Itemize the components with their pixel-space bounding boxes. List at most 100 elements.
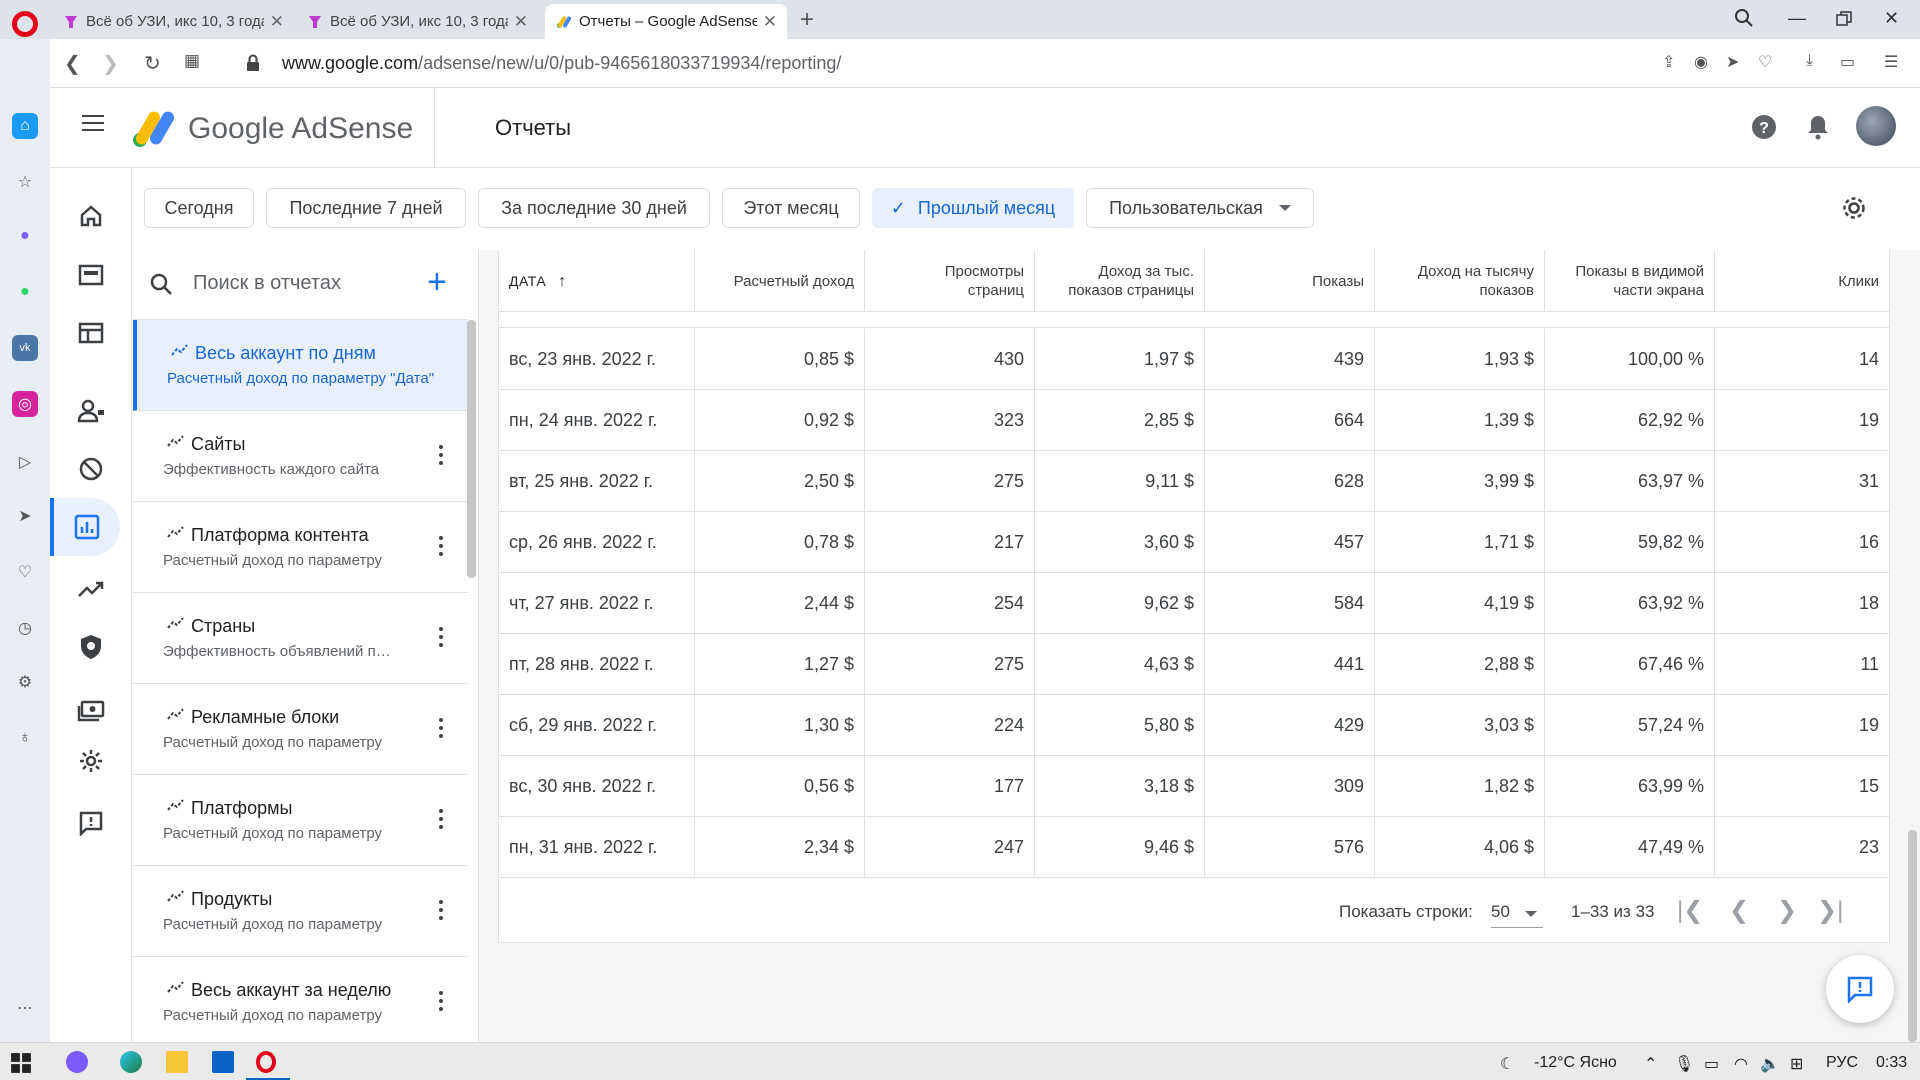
table-row[interactable]: вс, 30 янв. 2022 г. 0,56 $177 3,18 $309 1,8… — [499, 756, 1889, 817]
tab-close-icon[interactable]: ✕ — [270, 12, 284, 32]
filter-last-month[interactable]: ✓ Прошлый месяц — [872, 188, 1074, 228]
column-header-page-rpm[interactable]: Доход за тыс. показов страницы — [1035, 250, 1205, 312]
reports-panel-scrollbar[interactable] — [467, 320, 476, 578]
column-header-date[interactable]: ДАТА ↑ — [499, 250, 695, 312]
browser-tab-3[interactable]: Отчеты – Google AdSense ✕ — [545, 4, 787, 39]
report-item-account-by-day[interactable]: Весь аккаунт по дням Расчетный доход по … — [133, 320, 468, 411]
more-vert-icon[interactable] — [439, 445, 443, 465]
nav-optimization[interactable] — [50, 560, 132, 618]
instagram-icon[interactable]: ◎ — [12, 391, 38, 417]
ime-icon[interactable]: ⊞ — [1790, 1054, 1803, 1074]
weather-text[interactable]: -12°C Ясно — [1534, 1054, 1617, 1072]
opera-send-icon[interactable]: ➤ — [12, 503, 38, 529]
report-item-ad-units[interactable]: Рекламные блоки Расчетный доход по парам… — [133, 684, 468, 775]
battery-icon[interactable]: ▭ — [1704, 1054, 1719, 1074]
language-indicator[interactable]: РУС — [1826, 1054, 1858, 1072]
restore-icon[interactable] — [1836, 11, 1852, 27]
opera-home-icon[interactable]: ⌂ — [12, 113, 38, 139]
browser-search-icon[interactable] — [1734, 8, 1754, 28]
nav-privacy[interactable] — [50, 382, 132, 440]
menu-icon[interactable] — [82, 115, 104, 131]
column-header-estimated-earnings[interactable]: Расчетный доход — [695, 250, 865, 312]
search-input[interactable]: Поиск в отчетах — [193, 272, 341, 295]
close-window-icon[interactable]: ✕ — [1884, 8, 1899, 29]
more-vert-icon[interactable] — [439, 718, 443, 738]
column-header-impression-rpm[interactable]: Доход на тысячу показов — [1375, 250, 1545, 312]
more-vert-icon[interactable] — [439, 536, 443, 556]
table-row[interactable]: вт, 25 янв. 2022 г. 2,50 $275 9,11 $628 3,9… — [499, 451, 1889, 512]
report-item-countries[interactable]: Страны Эффективность объявлений по стран… — [133, 593, 468, 684]
report-item-content-platform[interactable]: Платформа контента Расчетный доход по па… — [133, 502, 468, 593]
filter-custom-dropdown[interactable]: Пользовательская — [1086, 188, 1314, 228]
wifi-icon[interactable]: ◠ — [1734, 1054, 1748, 1074]
share-icon[interactable]: ⇪ — [1662, 52, 1675, 72]
url-field[interactable]: www.google.com/adsense/new/u/0/pub-94656… — [282, 53, 841, 74]
column-header-impressions[interactable]: Показы — [1205, 250, 1375, 312]
feedback-fab-button[interactable] — [1826, 955, 1894, 1023]
nav-settings[interactable] — [50, 732, 132, 790]
table-row[interactable]: вс, 23 янв. 2022 г. 0,85 $430 1,97 $439 1,9… — [499, 329, 1889, 390]
column-header-clicks[interactable]: Клики — [1715, 250, 1889, 312]
snapshot-icon[interactable]: ◉ — [1694, 52, 1708, 72]
opera-heart-icon[interactable]: ♡ — [12, 559, 38, 585]
tab-close-icon[interactable]: ✕ — [514, 12, 528, 32]
filter-this-month[interactable]: Этот месяц — [722, 188, 860, 228]
reload-icon[interactable]: ↻ — [144, 51, 161, 76]
help-icon[interactable]: ? — [1750, 113, 1778, 141]
add-report-icon[interactable]: + — [427, 263, 447, 302]
nav-feedback[interactable] — [50, 794, 132, 852]
filter-last-30-days[interactable]: За последние 30 дней — [478, 188, 710, 228]
easy-setup-icon[interactable]: ☰ — [1884, 52, 1898, 72]
tray-chevron-icon[interactable]: ⌃ — [1644, 1054, 1657, 1074]
column-header-active-view-viewable[interactable]: Показы в видимой части экрана — [1545, 250, 1715, 312]
downloads-icon[interactable]: ⤓ — [1806, 52, 1813, 70]
send-icon[interactable]: ➤ — [1726, 52, 1739, 72]
vk-icon[interactable]: vk — [12, 335, 38, 361]
tips-bulb-icon[interactable]: ♁ — [12, 725, 38, 751]
notifications-bell-icon[interactable] — [1804, 113, 1832, 141]
volume-icon[interactable]: 🔈 — [1760, 1054, 1780, 1074]
opera-settings-icon[interactable]: ⚙ — [12, 669, 38, 695]
more-icon[interactable]: ⋯ — [12, 995, 38, 1021]
rows-per-page-select[interactable]: 50 — [1491, 898, 1543, 928]
history-icon[interactable]: ◷ — [12, 615, 38, 641]
more-vert-icon[interactable] — [439, 900, 443, 920]
windows-start-icon[interactable] — [10, 1052, 32, 1074]
report-settings-gear-icon[interactable] — [1840, 194, 1868, 222]
report-search[interactable]: Поиск в отчетах + — [133, 250, 468, 320]
bookmark-heart-icon[interactable]: ♡ — [1758, 52, 1772, 72]
nav-blocking[interactable] — [50, 440, 132, 498]
table-row[interactable]: сб, 29 янв. 2022 г. 1,30 $224 5,80 $429 3,0… — [499, 695, 1889, 756]
microphone-icon[interactable]: 🎙 — [1674, 1054, 1694, 1074]
table-row[interactable]: пн, 24 янв. 2022 г. 0,92 $323 2,85 $664 1,3… — [499, 390, 1889, 451]
whatsapp-icon[interactable]: ● — [12, 279, 38, 305]
browser-tab-2[interactable]: Всё об УЗИ, икс 10, 3 года ✕ — [296, 4, 538, 39]
minimize-icon[interactable]: — — [1788, 8, 1806, 29]
avatar[interactable] — [1856, 106, 1896, 146]
last-page-icon[interactable]: ❯| — [1817, 896, 1843, 925]
nav-ads[interactable] — [50, 304, 132, 362]
back-icon[interactable]: ❮ — [64, 51, 81, 76]
player-icon[interactable]: ▷ — [12, 449, 38, 475]
cortana-icon[interactable] — [66, 1051, 88, 1073]
more-vert-icon[interactable] — [439, 809, 443, 829]
report-item-sites[interactable]: Сайты Эффективность каждого сайта — [133, 411, 468, 502]
new-tab-icon[interactable]: + — [800, 6, 814, 34]
table-row[interactable]: ср, 26 янв. 2022 г. 0,78 $217 3,60 $457 1,7… — [499, 512, 1889, 573]
browser-tab-1[interactable]: Всё об УЗИ, икс 10, 3 года ✕ — [52, 4, 294, 39]
speed-dial-icon[interactable]: ▦ — [184, 51, 200, 71]
mail-icon[interactable] — [212, 1051, 234, 1073]
explorer-icon[interactable] — [166, 1051, 188, 1073]
opera-bookmarks-icon[interactable]: ☆ — [12, 169, 38, 195]
tab-close-icon[interactable]: ✕ — [763, 12, 777, 32]
nav-sites[interactable] — [50, 246, 132, 304]
filter-today[interactable]: Сегодня — [144, 188, 254, 228]
nav-home[interactable] — [50, 187, 132, 245]
more-vert-icon[interactable] — [439, 627, 443, 647]
opera-logo-icon[interactable] — [12, 11, 38, 37]
table-row[interactable]: пн, 31 янв. 2022 г. 2,34 $247 9,46 $576 4,0… — [499, 817, 1889, 878]
opera-taskbar-icon[interactable] — [256, 1051, 276, 1073]
first-page-icon[interactable]: |❮ — [1677, 896, 1703, 925]
page-scrollbar[interactable] — [1908, 830, 1917, 1042]
next-page-icon[interactable]: ❯ — [1777, 896, 1797, 925]
